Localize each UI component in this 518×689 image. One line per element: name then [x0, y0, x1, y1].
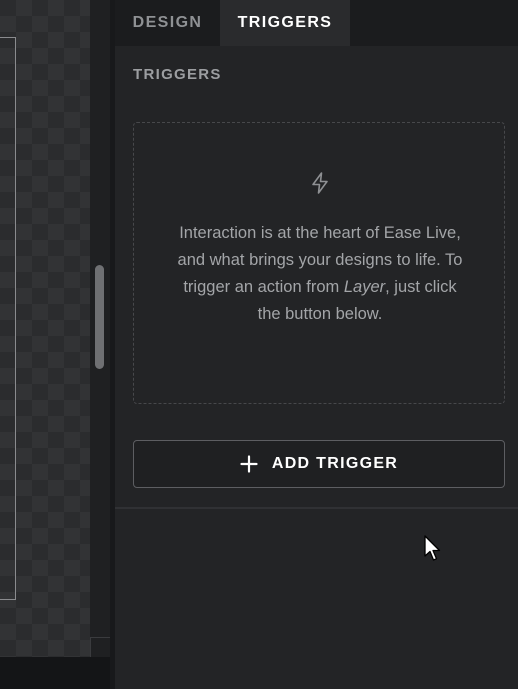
lightning-bolt-icon [312, 172, 328, 194]
properties-panel: DESIGN TRIGGERS TRIGGERS Interaction is … [115, 0, 518, 689]
tab-triggers[interactable]: TRIGGERS [220, 0, 350, 46]
canvas-scroll-corner [90, 637, 110, 657]
panel-tabbar: DESIGN TRIGGERS [115, 0, 518, 46]
canvas-scrollbar[interactable] [90, 0, 110, 657]
tab-design[interactable]: DESIGN [115, 0, 220, 46]
add-trigger-label: ADD TRIGGER [271, 455, 399, 472]
empty-state-message: Interaction is at the heart of Ease Live… [174, 220, 466, 328]
triggers-section-title: TRIGGERS [133, 66, 222, 83]
canvas-scrollbar-thumb[interactable] [95, 265, 104, 369]
canvas-bottom-bar [0, 657, 115, 689]
triggers-empty-state: Interaction is at the heart of Ease Live… [133, 122, 505, 404]
canvas-area[interactable] [0, 0, 110, 657]
layer-frame[interactable] [0, 37, 16, 600]
section-divider [115, 507, 518, 509]
mouse-pointer-icon [424, 535, 441, 561]
empty-state-layer-name: Layer [343, 278, 386, 296]
plus-icon [240, 455, 258, 473]
add-trigger-button[interactable]: ADD TRIGGER [133, 440, 505, 488]
